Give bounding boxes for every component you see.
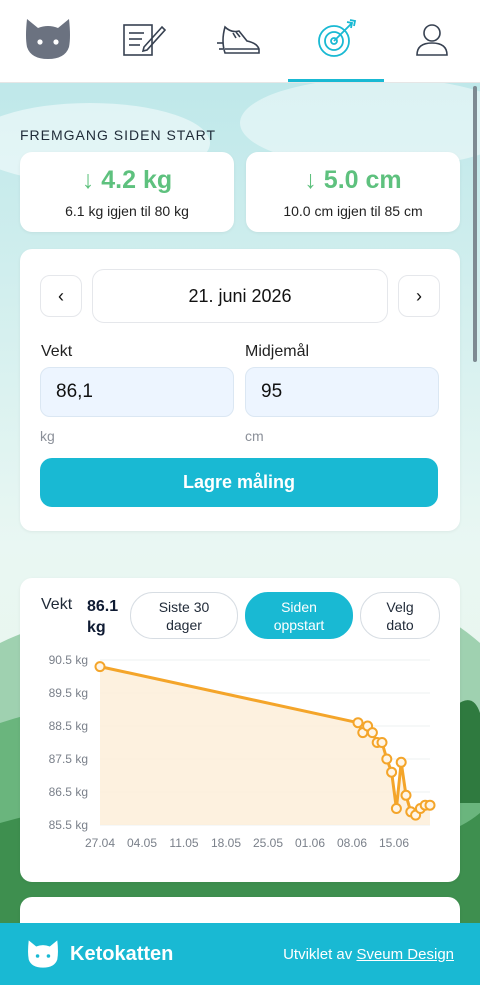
footer-bar: Ketokatten Utviklet av Sveum Design <box>0 923 480 985</box>
y-tick-label: 85.5 kg <box>49 818 88 832</box>
user-icon <box>414 21 450 62</box>
sneaker-icon <box>217 19 263 64</box>
data-point <box>395 756 407 768</box>
data-point <box>352 717 364 729</box>
y-tick-label: 89.5 kg <box>49 686 88 700</box>
data-point <box>376 737 388 748</box>
scrollbar[interactable] <box>473 86 477 362</box>
data-point <box>424 799 436 811</box>
nav-activity[interactable] <box>192 0 288 82</box>
chart-metric-label: Vekt <box>41 596 73 613</box>
y-tick-label: 88.5 kg <box>49 719 88 733</box>
waist-remaining: 10.0 cm igjen til 85 cm <box>283 203 423 219</box>
weight-unit: kg <box>40 428 55 444</box>
credit: Utviklet av Sveum Design <box>283 945 454 963</box>
brand-name: Ketokatten <box>70 942 174 965</box>
waist-input[interactable]: 95 <box>245 367 439 417</box>
data-point <box>390 803 402 814</box>
notepad-icon <box>122 21 167 62</box>
x-tick-label: 11.05 <box>169 836 198 850</box>
x-tick-label: 04.05 <box>127 836 157 850</box>
nav-goals[interactable] <box>288 0 384 82</box>
current-weight-value: 86.1 kg <box>87 598 119 636</box>
save-measurement-button[interactable]: Lagre måling <box>40 458 438 507</box>
filter-last-30-days[interactable]: Siste 30 dager <box>130 592 238 639</box>
x-tick-label: 18.05 <box>211 836 241 850</box>
weight-chart: 90.5 kg 89.5 kg 88.5 kg 87.5 kg 86.5 kg 85.5 … <box>49 653 436 850</box>
next-date-button[interactable]: › <box>398 275 440 317</box>
date-display[interactable]: 21. juni 2026 <box>92 269 388 323</box>
cat-icon <box>23 17 73 66</box>
measurement-entry-card: ‹ 21. juni 2026 › Vekt Midjemål 86,1 95 … <box>20 249 460 531</box>
data-point <box>366 727 378 739</box>
data-point <box>400 789 412 801</box>
previous-date-button[interactable]: ‹ <box>40 275 82 317</box>
x-tick-label: 08.06 <box>337 836 367 850</box>
weight-progress-card: ↓ 4.2 kg 6.1 kg igjen til 80 kg <box>20 152 234 232</box>
y-tick-label: 90.5 kg <box>49 653 88 667</box>
top-navigation <box>0 0 480 83</box>
x-tick-label: 15.06 <box>379 836 409 850</box>
weight-chart-card: Vekt 86.1 kg Siste 30 dager Siden oppstart… <box>20 578 460 882</box>
weight-input[interactable]: 86,1 <box>40 367 234 417</box>
waist-unit: cm <box>245 428 264 444</box>
x-tick-label: 25.05 <box>253 836 283 850</box>
waist-label: Midjemål <box>245 343 310 360</box>
x-tick-label: 27.04 <box>85 836 115 850</box>
nav-log[interactable] <box>96 0 192 82</box>
data-point <box>94 661 106 673</box>
cat-logo-icon <box>26 939 60 969</box>
data-point <box>381 753 393 765</box>
weight-change: ↓ 4.2 kg <box>81 166 173 194</box>
waist-progress-card: ↓ 5.0 cm 10.0 cm igjen til 85 cm <box>246 152 460 232</box>
filter-choose-date[interactable]: Velg dato <box>360 592 440 639</box>
target-icon <box>314 18 358 64</box>
y-tick-label: 87.5 kg <box>49 752 88 766</box>
weight-label: Vekt <box>41 343 73 360</box>
waist-change: ↓ 5.0 cm <box>304 166 402 194</box>
sveum-design-link[interactable]: Sveum Design <box>356 946 454 963</box>
data-point <box>386 766 398 778</box>
filter-since-start[interactable]: Siden oppstart <box>245 592 353 639</box>
weight-remaining: 6.1 kg igjen til 80 kg <box>65 203 189 219</box>
progress-title: FREMGANG SIDEN START <box>20 127 217 143</box>
nav-profile[interactable] <box>384 0 480 82</box>
y-tick-label: 86.5 kg <box>49 785 88 799</box>
x-tick-label: 01.06 <box>295 836 325 850</box>
nav-cat[interactable] <box>0 0 96 82</box>
